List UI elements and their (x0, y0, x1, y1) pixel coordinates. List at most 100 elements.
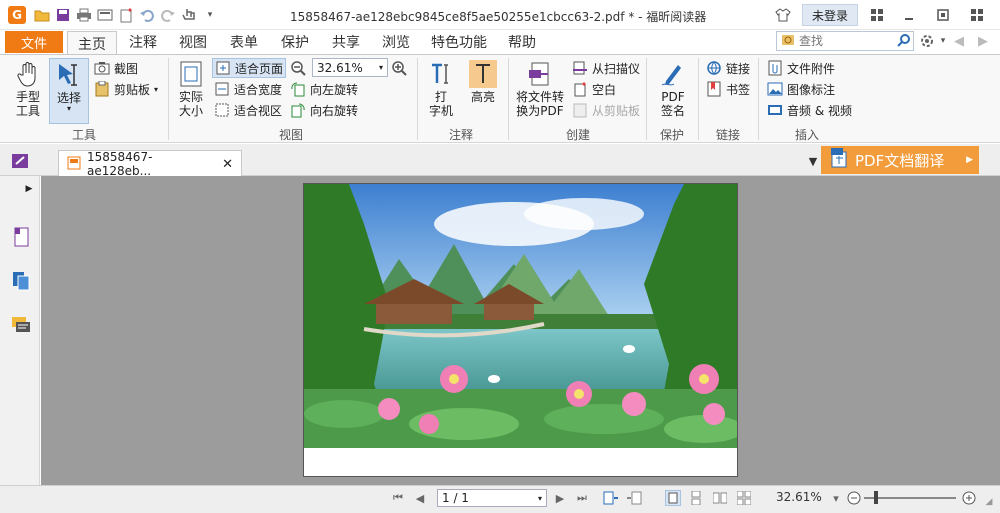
foxit-logo-icon[interactable]: G (8, 6, 26, 24)
expand-panel-icon[interactable]: ▶ (20, 180, 38, 198)
fit-width-button[interactable]: 适合宽度 (214, 80, 282, 98)
shirt-skin-icon[interactable] (774, 6, 792, 24)
rotate-right-button[interactable]: 向右旋转 (290, 101, 358, 119)
page-number-field[interactable]: 1 / 1 ▾ (437, 489, 547, 507)
zoom-dropdown-status-icon[interactable]: ▾ (828, 490, 844, 506)
new-document-icon[interactable] (118, 7, 134, 23)
bookmark-icon (706, 81, 722, 97)
last-page-icon[interactable]: ⏭ (574, 490, 590, 506)
close-icon[interactable] (968, 6, 986, 24)
from-scanner-label: 从扫描仪 (592, 61, 641, 76)
tab-home[interactable]: 主页 (67, 31, 117, 55)
print-icon[interactable] (76, 7, 92, 23)
ribbon-panel (0, 54, 1000, 143)
link-button[interactable]: 链接 (706, 59, 750, 77)
actual-size-button[interactable]: 实际 大小 (174, 60, 208, 118)
from-clipboard-button[interactable]: 从剪贴板 (572, 101, 640, 119)
audio-video-button[interactable]: 音频 & 视频 (767, 101, 852, 119)
clipboard-create-icon (572, 102, 588, 118)
highlight-button[interactable]: 高亮 (466, 60, 500, 104)
zoom-out-status-icon[interactable] (846, 490, 862, 506)
close-tab-icon[interactable]: ✕ (222, 157, 233, 172)
search-box (776, 31, 914, 51)
landscape-image (304, 184, 737, 448)
zoom-in-status-icon[interactable] (961, 490, 977, 506)
prev-nav-icon[interactable]: ◀ (950, 32, 968, 50)
snapshot-button[interactable]: 截图 (94, 59, 138, 77)
bookmark-label: 书签 (726, 82, 751, 97)
highlight-icon (469, 60, 497, 88)
pages-layers-icon[interactable] (10, 270, 32, 292)
next-page-icon[interactable]: ▶ (552, 490, 568, 506)
continuous-view-icon[interactable] (688, 490, 704, 506)
tab-share[interactable]: 共享 (332, 32, 360, 52)
select-tool-button[interactable]: 选择 ▾ (49, 58, 89, 124)
restore-icon[interactable] (934, 6, 952, 24)
highlight-label: 高亮 (470, 90, 495, 104)
hand-select-icon[interactable] (181, 7, 197, 23)
fit-visible-button[interactable]: 适合视区 (214, 101, 282, 119)
next-view-icon[interactable] (626, 490, 642, 506)
translate-arrow-icon: ▶ (966, 155, 973, 165)
search-icon[interactable] (897, 33, 911, 50)
tab-browse[interactable]: 浏览 (382, 32, 410, 52)
from-scanner-button[interactable]: 从扫描仪 (572, 59, 640, 77)
fit-width-label: 适合宽度 (234, 82, 283, 97)
page-thumbnail-icon[interactable] (10, 226, 32, 248)
tab-view[interactable]: 视图 (179, 32, 207, 52)
typewriter-button[interactable]: 打 字机 (425, 60, 457, 118)
search-input[interactable] (799, 34, 893, 48)
prev-page-icon[interactable]: ◀ (412, 490, 428, 506)
convert-pdf-label: 将文件转 换为PDF (515, 90, 564, 118)
zoom-in-button[interactable] (391, 59, 407, 77)
comments-list-icon[interactable] (10, 314, 32, 336)
layout-grid-icon[interactable] (868, 6, 886, 24)
translate-label: PDF文档翻译 (855, 151, 945, 170)
minimize-icon[interactable] (900, 6, 918, 24)
pdf-translate-button[interactable]: PDF文档翻译 ▶ (821, 146, 979, 174)
facing-view-icon[interactable] (712, 490, 728, 506)
tab-help[interactable]: 帮助 (508, 32, 536, 52)
customize-toolbar-icon[interactable]: ▾ (202, 7, 218, 23)
tab-protect[interactable]: 保护 (281, 32, 309, 52)
tab-form[interactable]: 表单 (230, 32, 258, 52)
previous-view-icon[interactable] (603, 490, 619, 506)
undo-icon[interactable] (139, 7, 155, 23)
convert-to-pdf-button[interactable]: 将文件转 换为PDF (514, 60, 566, 118)
zoom-in-icon (391, 60, 407, 76)
foxit-home-icon[interactable] (10, 152, 30, 170)
continuous-facing-icon[interactable] (736, 490, 752, 506)
fit-page-button[interactable]: 适合页面 (212, 58, 287, 78)
clipboard-button[interactable]: 剪贴板 ▾ (94, 80, 158, 98)
next-nav-icon[interactable]: ▶ (974, 32, 992, 50)
zoom-select[interactable]: 32.61% ▾ (312, 58, 388, 77)
redo-icon[interactable] (160, 7, 176, 23)
rotate-left-button[interactable]: 向左旋转 (290, 80, 358, 98)
rotate-right-label: 向右旋转 (310, 103, 359, 118)
zoom-out-button[interactable] (290, 59, 306, 77)
bookmark-button[interactable]: 书签 (706, 80, 750, 98)
save-icon[interactable] (55, 7, 71, 23)
create-group-label: 创建 (566, 128, 591, 142)
file-attachment-button[interactable]: 文件附件 (767, 59, 835, 77)
tab-comment[interactable]: 注释 (129, 32, 157, 52)
tab-featured[interactable]: 特色功能 (431, 32, 487, 52)
pdf-page[interactable] (303, 183, 738, 477)
open-folder-icon[interactable] (34, 7, 50, 23)
hand-tool-button[interactable]: 手型 工具 (12, 60, 44, 118)
file-menu-button[interactable]: 文件 (5, 31, 63, 53)
find-panel-icon[interactable] (781, 33, 795, 50)
login-button[interactable]: 未登录 (802, 4, 858, 26)
scan-icon[interactable] (97, 7, 113, 23)
zoom-slider-thumb[interactable] (874, 491, 878, 504)
image-annotation-button[interactable]: 图像标注 (767, 80, 835, 98)
document-tab[interactable]: 15858467-ae128eb... ✕ (58, 150, 242, 178)
tab-list-dropdown-icon[interactable]: ▼ (804, 152, 822, 170)
group-divider (508, 58, 509, 140)
convert-pdf-icon (526, 60, 554, 88)
group-divider (698, 58, 699, 140)
first-page-icon[interactable]: ⏮ (390, 490, 406, 506)
pdf-sign-button[interactable]: PDF 签名 (654, 60, 692, 118)
single-page-view-icon[interactable] (665, 490, 681, 506)
blank-page-button[interactable]: 空白 (572, 80, 616, 98)
